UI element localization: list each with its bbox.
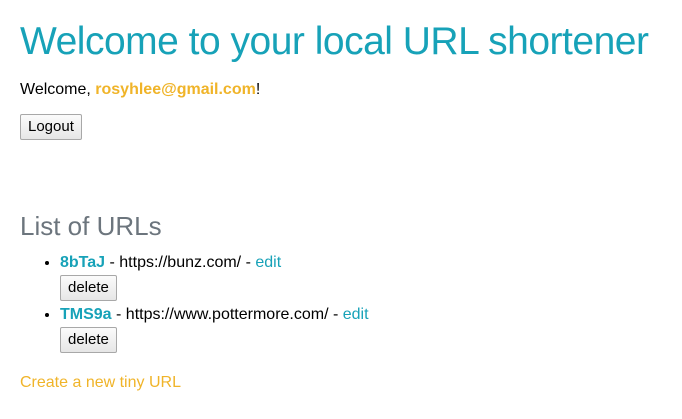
delete-form: delete	[60, 327, 662, 353]
delete-button[interactable]: delete	[60, 275, 117, 301]
user-email: rosyhlee@gmail.com	[95, 81, 256, 98]
short-url-link[interactable]: TMS9a	[60, 306, 112, 323]
page-title: Welcome to your local URL shortener	[20, 20, 649, 63]
list-item: 8bTaJ - https://bunz.com/ - edit delete	[60, 252, 662, 301]
create-url-link[interactable]: Create a new tiny URL	[20, 374, 181, 392]
logout-form: Logout	[20, 114, 662, 140]
edit-link[interactable]: edit	[255, 254, 281, 271]
separator: -	[328, 306, 343, 323]
url-list: 8bTaJ - https://bunz.com/ - edit delete …	[20, 252, 662, 353]
welcome-prefix: Welcome,	[20, 81, 96, 98]
list-item: TMS9a - https://www.pottermore.com/ - ed…	[60, 304, 662, 353]
delete-form: delete	[60, 275, 662, 301]
separator: -	[105, 254, 120, 271]
edit-link[interactable]: edit	[343, 306, 369, 323]
logout-button[interactable]: Logout	[20, 114, 82, 140]
long-url-text: https://www.pottermore.com/	[125, 306, 329, 323]
short-url-link[interactable]: 8bTaJ	[60, 254, 105, 271]
page: Welcome to your local URL shortener Welc…	[0, 0, 682, 419]
url-list-heading: List of URLs	[20, 211, 162, 241]
delete-button[interactable]: delete	[60, 327, 117, 353]
long-url-text: https://bunz.com/	[119, 254, 242, 271]
welcome-suffix: !	[255, 81, 261, 98]
welcome-message: Welcome, rosyhlee@gmail.com!	[20, 80, 662, 100]
separator: -	[241, 254, 256, 271]
separator: -	[111, 306, 126, 323]
